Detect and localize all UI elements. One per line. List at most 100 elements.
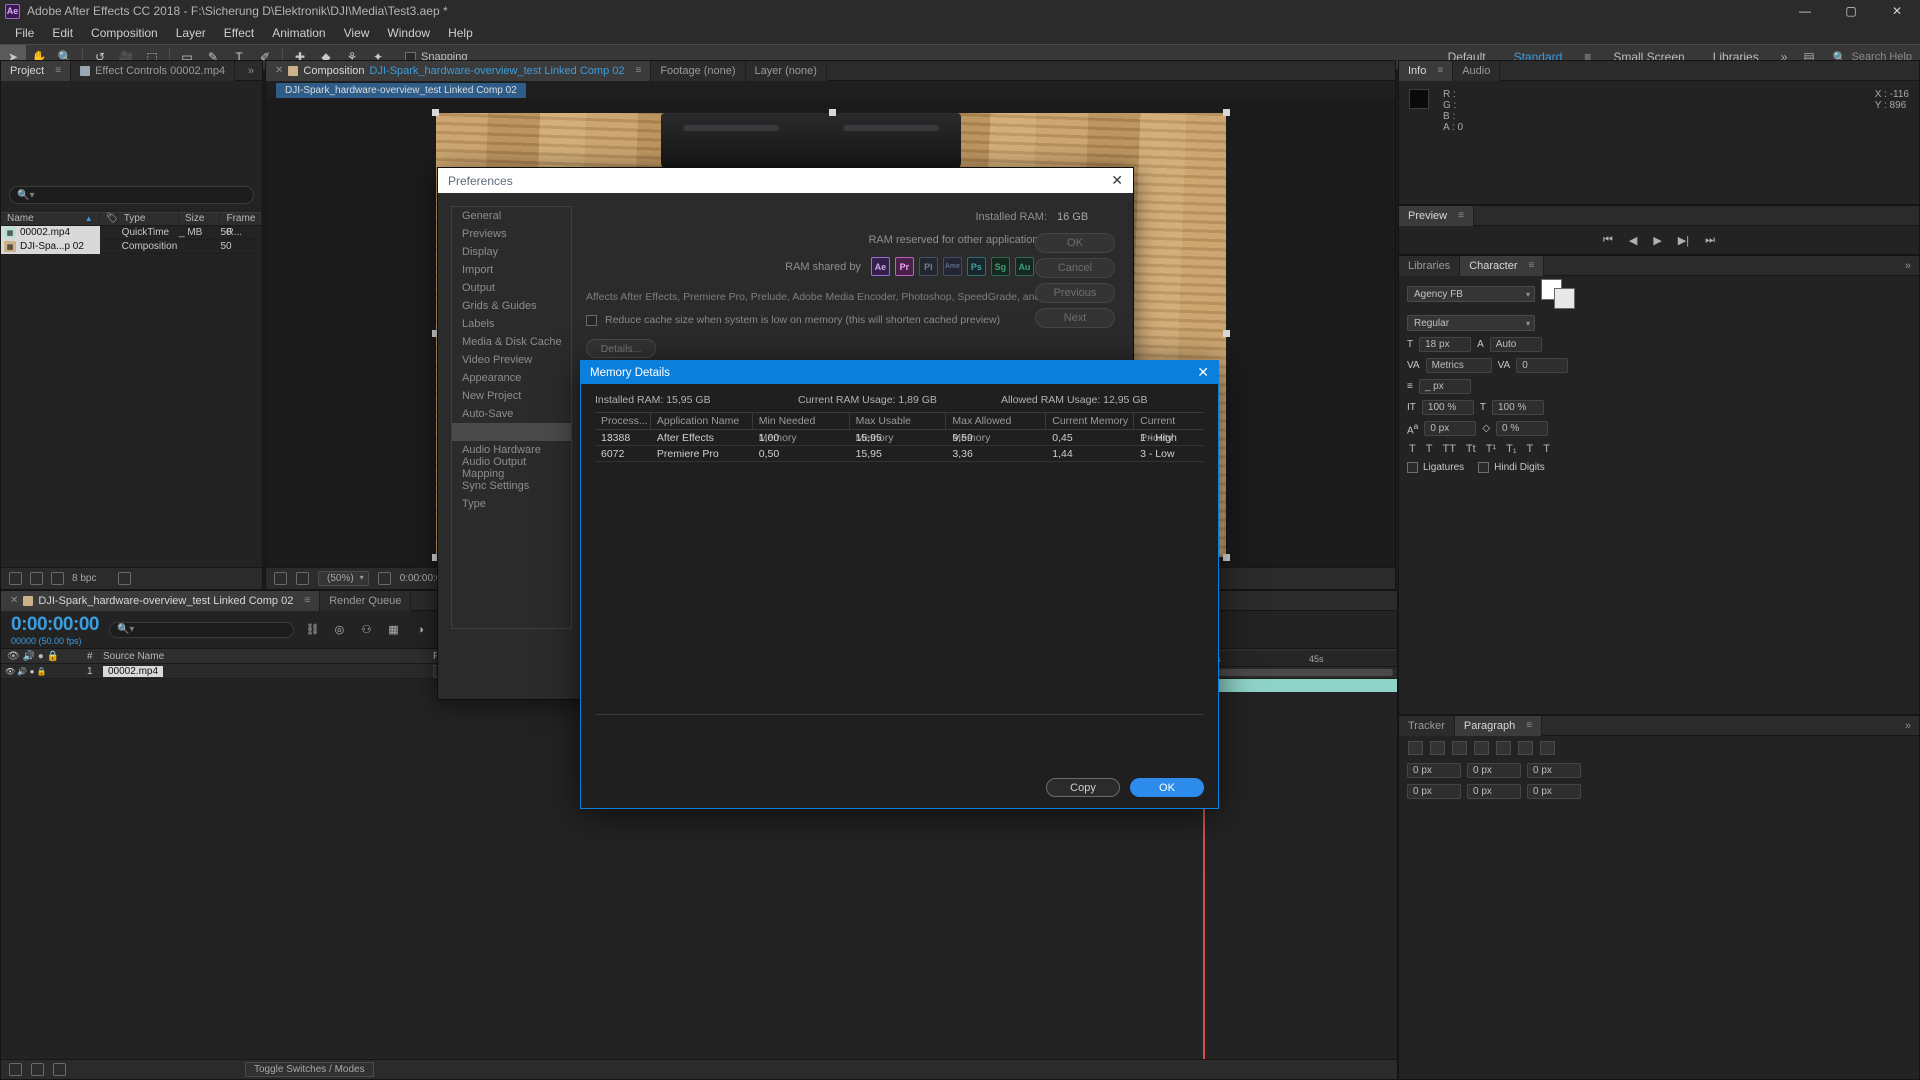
bbox-handle-tc[interactable]	[828, 109, 836, 116]
paragraph-tabs-overflow[interactable]: »	[1897, 720, 1919, 732]
preferences-category-labels[interactable]: Labels	[452, 315, 571, 333]
frame-blending-icon[interactable]: ▦	[385, 622, 402, 638]
type-style-button-1[interactable]: T	[1426, 443, 1433, 455]
preferences-category-media-disk-cache[interactable]: Media & Disk Cache	[452, 333, 571, 351]
minimize-button[interactable]: —	[1782, 0, 1828, 22]
panel-menu-icon[interactable]: ≡	[1458, 210, 1464, 221]
preferences-previous-button[interactable]: Previous	[1035, 283, 1115, 303]
tab-render-queue[interactable]: Render Queue	[320, 590, 412, 611]
project-row-name-cell[interactable]: ▦ 00002.mp4	[1, 225, 100, 240]
app-icon-sg[interactable]: Sg	[990, 257, 1010, 276]
preferences-cancel-button[interactable]: Cancel	[1035, 258, 1115, 278]
panel-menu-icon[interactable]: ≡	[635, 65, 641, 76]
tab-paragraph[interactable]: Paragraph ≡	[1454, 715, 1543, 736]
stroke-width-field[interactable]: _ px	[1418, 379, 1471, 394]
font-family-select[interactable]: Agency FB	[1407, 286, 1535, 302]
column-type[interactable]: Type	[118, 212, 179, 226]
hindi-digits-checkbox[interactable]	[1478, 462, 1490, 474]
font-style-select[interactable]: Regular	[1407, 315, 1535, 331]
type-style-button-7[interactable]: T	[1543, 443, 1550, 455]
stroke-color-swatch[interactable]	[1554, 288, 1575, 309]
preferences-category-auto-save[interactable]: Auto-Save	[452, 405, 571, 423]
tab-layer[interactable]: Layer (none)	[745, 60, 827, 81]
project-tabs-overflow[interactable]: »	[240, 65, 262, 77]
indent-first-line-field[interactable]: 0 px	[1527, 763, 1581, 778]
maximize-button[interactable]: ▢	[1828, 0, 1874, 22]
menu-animation[interactable]: Animation	[263, 24, 334, 42]
menu-view[interactable]: View	[335, 24, 379, 42]
type-style-button-2[interactable]: TT	[1442, 443, 1455, 455]
indent-left-field[interactable]: 0 px	[1407, 763, 1461, 778]
preview-button-2[interactable]: ▶	[1653, 234, 1661, 247]
panel-menu-icon[interactable]: ≡	[55, 65, 61, 76]
preferences-category-import[interactable]: Import	[452, 261, 571, 279]
work-area-bar[interactable]	[1205, 669, 1393, 676]
tab-libraries[interactable]: Libraries	[1399, 255, 1461, 276]
column-source-name[interactable]: Source Name	[103, 651, 303, 662]
layer-name-cell[interactable]: 00002.mp4	[103, 665, 303, 678]
type-style-button-0[interactable]: T	[1409, 443, 1416, 455]
ligatures-checkbox[interactable]	[1407, 462, 1418, 474]
col-current-memory[interactable]: Current Memory	[1046, 412, 1135, 430]
layer-switches[interactable]: 👁 🔊 ● 🔒	[1, 667, 87, 676]
preferences-category-output[interactable]: Output	[452, 279, 571, 297]
space-before-field[interactable]: 0 px	[1407, 784, 1461, 799]
layer-duration-bar[interactable]	[1201, 679, 1397, 692]
timeline-time-display[interactable]: 0:00:00:00 00000 (50.00 fps)	[11, 614, 99, 646]
tab-project[interactable]: Project ≡	[1, 60, 72, 81]
app-icon-ps[interactable]: Ps	[966, 257, 986, 276]
preferences-category-appearance[interactable]: Appearance	[452, 369, 571, 387]
paragraph-align-button-3[interactable]	[1474, 741, 1489, 755]
bit-depth-label[interactable]: 8 bpc	[72, 573, 96, 584]
baseline-field[interactable]: 0 px	[1424, 421, 1477, 437]
app-icon-au[interactable]: Au	[1014, 257, 1034, 276]
col-min-needed-memory[interactable]: Min Needed Memory	[753, 412, 850, 444]
preferences-category-grids-guides[interactable]: Grids & Guides	[452, 297, 571, 315]
preview-button-4[interactable]: ⏭	[1705, 234, 1715, 247]
font-size-field[interactable]: 18 px	[1419, 337, 1472, 352]
preferences-category-previews[interactable]: Previews	[452, 225, 571, 243]
timeline-search-input[interactable]: 🔍▾	[108, 621, 294, 638]
preferences-category-general[interactable]: General	[452, 207, 571, 225]
memory-table-row[interactable]: 6072 Premiere Pro 0,50 15,95 3,36 1,44 3 - Low	[595, 446, 1204, 462]
tab-footage[interactable]: Footage (none)	[651, 60, 746, 81]
col-current-priority[interactable]: Current Priority	[1134, 413, 1204, 444]
ok-button[interactable]: OK	[1130, 778, 1204, 797]
menu-effect[interactable]: Effect	[215, 24, 263, 42]
project-row[interactable]: ▦ 00002.mp4 QuickTime _ MB 50	[1, 225, 262, 240]
tab-timeline-comp[interactable]: ✕ DJI-Spark_hardware-overview_test Linke…	[1, 590, 321, 611]
time-ruler[interactable]: 0s 45s	[1201, 651, 1397, 667]
new-comp-icon[interactable]	[30, 572, 43, 585]
preview-button-1[interactable]: ◀	[1629, 234, 1637, 247]
menu-window[interactable]: Window	[378, 24, 439, 42]
close-icon[interactable]: ✕	[1111, 172, 1123, 189]
preview-button-3[interactable]: ▶|	[1678, 234, 1689, 247]
project-search-input[interactable]: 🔍▾	[9, 186, 254, 204]
leading-field[interactable]: Auto	[1489, 337, 1542, 352]
toggle-switches-icon[interactable]	[9, 1063, 22, 1076]
resolution-icon[interactable]	[377, 572, 391, 585]
menu-help[interactable]: Help	[439, 24, 482, 42]
bbox-handle-mr[interactable]	[1222, 330, 1230, 337]
space-after-field[interactable]: 0 px	[1467, 784, 1521, 799]
column-label-swatch[interactable]: 🏷	[100, 212, 118, 226]
frame-render-time-icon[interactable]	[31, 1063, 44, 1076]
menu-edit[interactable]: Edit	[43, 24, 82, 42]
type-style-button-3[interactable]: Tt	[1466, 443, 1476, 455]
app-icon-ame[interactable]: Ame	[942, 257, 962, 276]
copy-button[interactable]: Copy	[1046, 778, 1120, 797]
space-extra-field[interactable]: 0 px	[1527, 784, 1581, 799]
column-name[interactable]: Name ▲	[1, 212, 100, 226]
indent-right-field[interactable]: 0 px	[1467, 763, 1521, 778]
col-process-id[interactable]: Process... ↑	[595, 412, 651, 444]
toggle-transparency-icon[interactable]	[274, 572, 287, 585]
type-style-button-6[interactable]: T	[1527, 443, 1534, 455]
details-button[interactable]: Details...	[586, 339, 656, 358]
close-button[interactable]: ✕	[1874, 0, 1920, 22]
project-row-name-cell[interactable]: ▦ DJI-Spa...p 02	[1, 239, 100, 254]
col-max-allowed-memory[interactable]: Max Allowed Memory	[946, 412, 1047, 444]
timeline-options-icon[interactable]	[53, 1063, 66, 1076]
paragraph-align-button-1[interactable]	[1430, 741, 1445, 755]
text-color-swatches[interactable]	[1541, 279, 1575, 309]
preview-button-0[interactable]: ⏮	[1603, 234, 1613, 247]
